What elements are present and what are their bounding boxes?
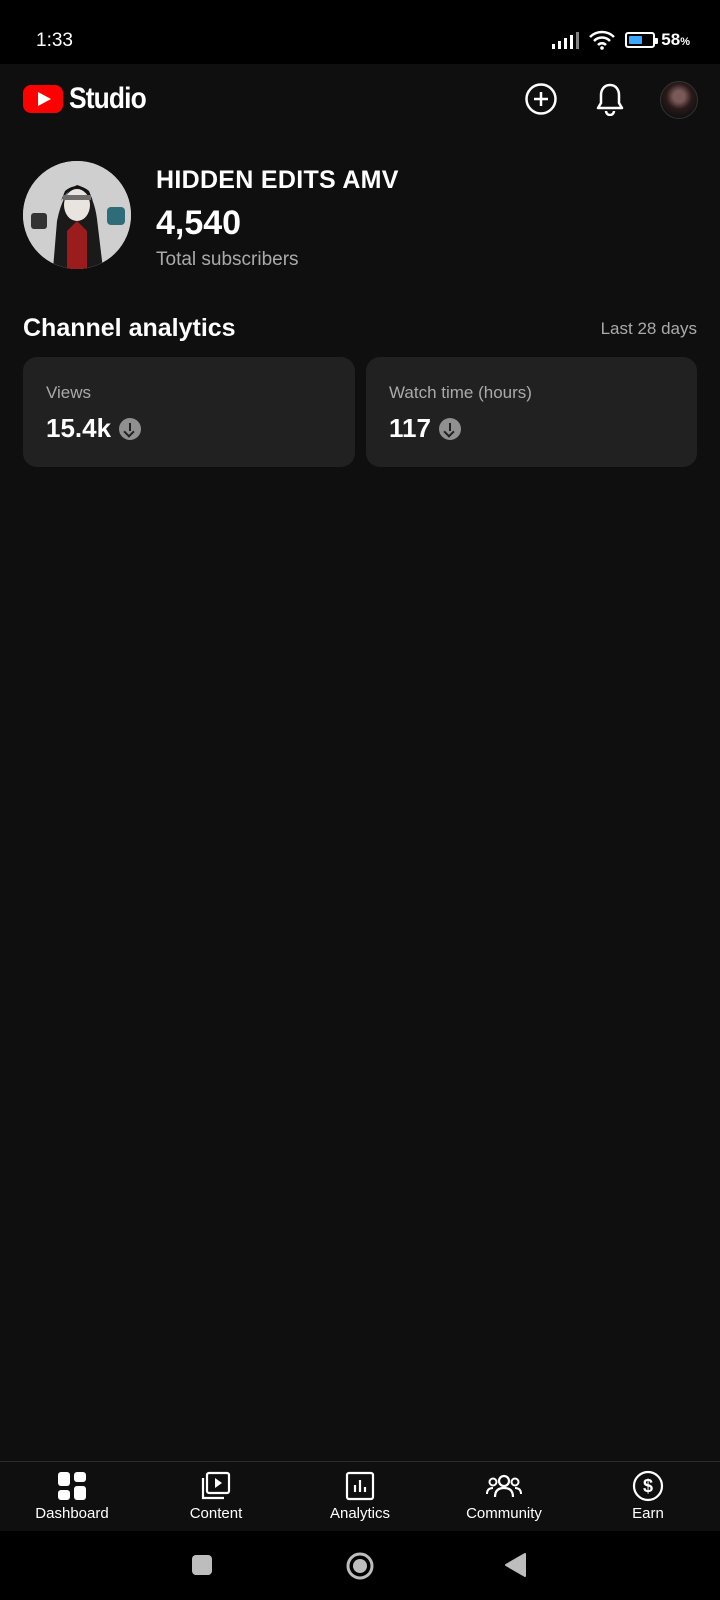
battery-icon bbox=[625, 32, 659, 48]
analytics-title: Channel analytics bbox=[23, 314, 236, 342]
youtube-logo-icon bbox=[23, 85, 63, 113]
add-circle-icon bbox=[525, 83, 557, 115]
community-icon bbox=[486, 1474, 522, 1498]
watch-time-value-row: 117 bbox=[389, 413, 461, 444]
subscriber-count: 4,540 bbox=[156, 204, 242, 242]
nav-label-earn: Earn bbox=[632, 1505, 664, 1522]
nav-earn[interactable]: $ Earn bbox=[576, 1470, 720, 1522]
analytics-icon bbox=[345, 1471, 375, 1501]
analytics-period: Last 28 days bbox=[600, 319, 697, 338]
bottom-navigation: Dashboard Content Analytics Community $ … bbox=[0, 1461, 720, 1532]
back-button[interactable] bbox=[503, 1552, 527, 1583]
channel-avatar bbox=[23, 161, 131, 269]
bell-icon bbox=[596, 83, 624, 116]
battery-suffix: % bbox=[680, 36, 690, 48]
nav-community[interactable]: Community bbox=[432, 1470, 576, 1522]
views-card[interactable]: Views 15.4k bbox=[23, 357, 355, 467]
account-avatar[interactable] bbox=[660, 81, 698, 119]
channel-avatar-image bbox=[23, 161, 131, 269]
status-bar: 1:33 58% bbox=[0, 0, 720, 64]
wifi-icon bbox=[589, 30, 616, 50]
trend-down-icon bbox=[119, 417, 142, 440]
nav-dashboard[interactable]: Dashboard bbox=[0, 1470, 144, 1522]
home-icon bbox=[346, 1552, 374, 1580]
system-nav-bar bbox=[0, 1531, 720, 1600]
channel-name: HIDDEN EDITS AMV bbox=[156, 166, 399, 194]
views-value-row: 15.4k bbox=[46, 413, 142, 444]
studio-logo[interactable]: Studio bbox=[23, 82, 156, 116]
nav-label-dashboard: Dashboard bbox=[35, 1505, 109, 1522]
logo-text: Studio bbox=[69, 82, 147, 115]
nav-label-analytics: Analytics bbox=[329, 1505, 391, 1522]
create-button[interactable] bbox=[521, 79, 561, 119]
app-header: Studio bbox=[0, 64, 720, 134]
trend-down-icon bbox=[438, 417, 461, 440]
watch-time-label: Watch time (hours) bbox=[389, 383, 532, 402]
watch-time-value: 117 bbox=[389, 413, 431, 443]
subscriber-label: Total subscribers bbox=[156, 249, 299, 270]
watch-time-card[interactable]: Watch time (hours) 117 bbox=[366, 357, 697, 467]
battery-indicator: 58% bbox=[625, 30, 690, 50]
back-icon bbox=[505, 1553, 526, 1577]
nav-content[interactable]: Content bbox=[144, 1470, 288, 1522]
notifications-button[interactable] bbox=[590, 79, 630, 119]
views-label: Views bbox=[46, 383, 92, 402]
content-icon bbox=[201, 1471, 231, 1500]
recents-button[interactable] bbox=[190, 1553, 214, 1582]
recents-icon bbox=[192, 1555, 212, 1575]
status-time: 1:33 bbox=[36, 30, 73, 51]
views-value: 15.4k bbox=[46, 413, 112, 443]
dashboard-icon bbox=[58, 1472, 86, 1500]
svg-text:$: $ bbox=[643, 1476, 653, 1496]
nav-analytics[interactable]: Analytics bbox=[288, 1470, 432, 1522]
status-right: 58% bbox=[552, 30, 690, 50]
nav-label-content: Content bbox=[189, 1505, 243, 1522]
battery-fill bbox=[629, 36, 643, 44]
earn-icon: $ bbox=[632, 1470, 664, 1502]
signal-icon bbox=[552, 31, 580, 49]
nav-label-community: Community bbox=[466, 1505, 542, 1522]
battery-percent: 58 bbox=[661, 30, 681, 49]
home-button[interactable] bbox=[345, 1551, 375, 1586]
